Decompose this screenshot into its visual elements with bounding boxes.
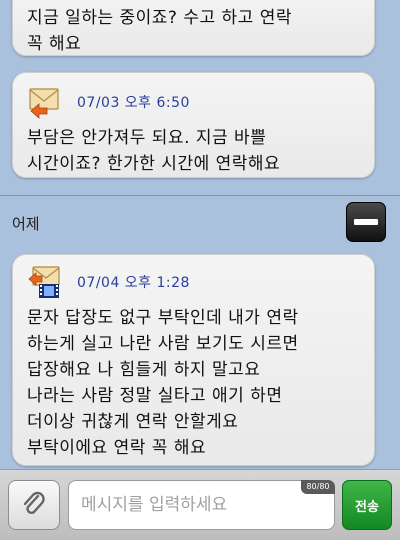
minus-icon (354, 219, 378, 225)
character-counter: 80/80 (301, 480, 335, 494)
mail-received-icon (27, 85, 63, 119)
attach-button[interactable] (8, 480, 60, 530)
message-body: 지금 일하는 중이죠? 수고 하고 연락 꼭 해요 (27, 8, 293, 54)
message-body: 부담은 안가져두 되요. 지금 바쁠 시간이죠? 한가한 시간에 연락해요 (27, 128, 281, 174)
message-bubble[interactable]: 지금 일하는 중이죠? 수고 하고 연락 꼭 해요 (12, 0, 375, 56)
message-header: 07/04 오후 1:28 (27, 265, 358, 299)
message-input-bar: 80/80 전송 (0, 469, 400, 540)
message-input[interactable] (68, 480, 335, 530)
date-separator-label: 어제 (12, 215, 40, 233)
mms-received-icon (27, 265, 63, 299)
message-timestamp: 07/04 오후 1:28 (77, 275, 190, 291)
message-thread[interactable]: 지금 일하는 중이죠? 수고 하고 연락 꼭 해요 07/03 오후 6:50 … (0, 0, 400, 470)
message-header: 07/03 오후 6:50 (27, 85, 358, 119)
message-body: 문자 답장도 없구 부탁인데 내가 연락 하는게 실고 나란 사람 보기도 시르… (27, 308, 299, 458)
send-button[interactable]: 전송 (342, 480, 392, 530)
message-bubble[interactable]: 07/04 오후 1:28 문자 답장도 없구 부탁인데 내가 연락 하는게 실… (12, 254, 375, 466)
paperclip-icon (23, 491, 45, 515)
message-bubble[interactable]: 07/03 오후 6:50 부담은 안가져두 되요. 지금 바쁠 시간이죠? 한… (12, 72, 375, 178)
message-timestamp: 07/03 오후 6:50 (77, 95, 190, 111)
collapse-button[interactable] (346, 202, 386, 242)
date-divider (0, 195, 400, 196)
